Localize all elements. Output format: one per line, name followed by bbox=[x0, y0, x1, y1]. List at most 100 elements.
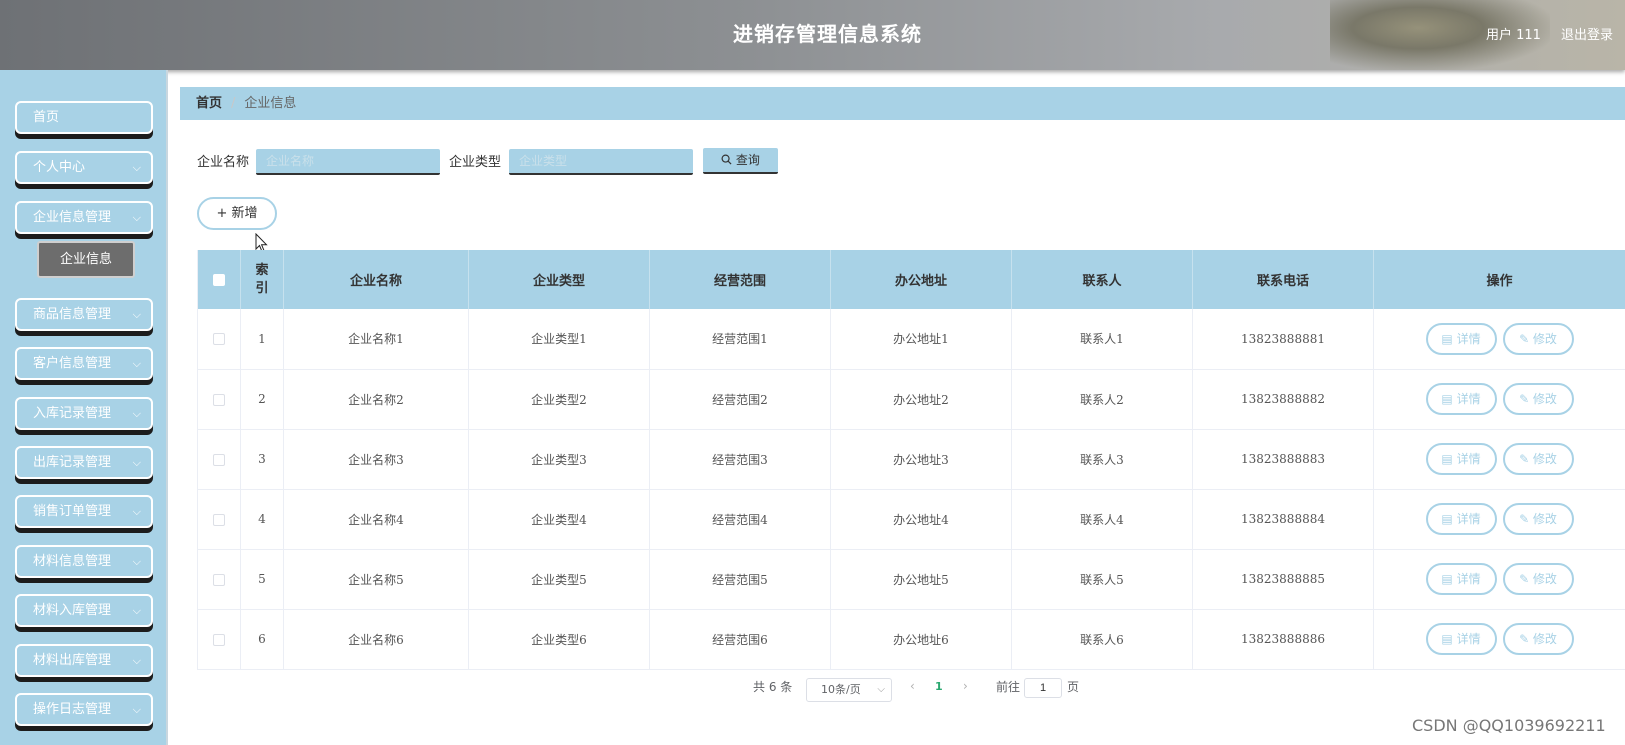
breadcrumb-home[interactable]: 首页 bbox=[196, 96, 222, 111]
goto-page-input[interactable] bbox=[1024, 678, 1062, 698]
pagination-total: 共 6 条 bbox=[753, 680, 793, 694]
edit-button[interactable]: ✎ 修改 bbox=[1502, 503, 1574, 535]
page-unit-label: 页 bbox=[1067, 680, 1080, 694]
sidebar-item-personal-center[interactable]: 个人中心 ⌵ bbox=[15, 151, 153, 184]
cell-index: 5 bbox=[240, 549, 284, 610]
select-all-cell bbox=[197, 250, 241, 309]
detail-button[interactable]: ▤ 详情 bbox=[1425, 443, 1497, 475]
sidebar-item-label: 材料入库管理 bbox=[33, 603, 112, 618]
row-select-cell bbox=[197, 309, 241, 370]
enterprise-name-label: 企业名称 bbox=[197, 155, 250, 170]
row-checkbox[interactable] bbox=[213, 633, 225, 646]
row-checkbox[interactable] bbox=[213, 513, 225, 526]
row-checkbox[interactable] bbox=[213, 453, 225, 466]
top-header: 进销存管理信息系统 用户 111 退出登录 bbox=[0, 0, 1625, 70]
prev-page-button[interactable]: ‹ bbox=[910, 679, 915, 693]
cell-index: 4 bbox=[240, 489, 284, 550]
sidebar-item-outbound-records[interactable]: 出库记录管理 ⌵ bbox=[15, 446, 153, 479]
table-row: 1 企业名称1 企业类型1 经营范围1 办公地址1 联系人1 138238888… bbox=[197, 309, 1625, 370]
sidebar-item-enterprise-management[interactable]: 企业信息管理 ⌵ bbox=[15, 201, 153, 234]
cell-type: 企业类型5 bbox=[468, 549, 650, 610]
row-select-cell bbox=[197, 369, 241, 430]
row-checkbox[interactable] bbox=[213, 573, 225, 586]
select-all-checkbox[interactable] bbox=[213, 273, 225, 286]
cell-scope: 经营范围2 bbox=[649, 369, 831, 430]
enterprise-table: 索引 企业名称 企业类型 经营范围 办公地址 联系人 联系电话 操作 1 企业名… bbox=[197, 250, 1625, 670]
row-checkbox[interactable] bbox=[213, 333, 225, 346]
sidebar-item-label: 材料信息管理 bbox=[33, 554, 112, 569]
sidebar-item-material-outbound[interactable]: 材料出库管理 ⌵ bbox=[15, 644, 153, 677]
cell-phone: 13823888881 bbox=[1192, 309, 1374, 370]
sidebar-item-material-info[interactable]: 材料信息管理 ⌵ bbox=[15, 545, 153, 578]
detail-button[interactable]: ▤ 详情 bbox=[1425, 383, 1497, 415]
sidebar-item-material-inbound[interactable]: 材料入库管理 ⌵ bbox=[15, 594, 153, 627]
sidebar-item-label: 销售订单管理 bbox=[33, 504, 112, 519]
row-checkbox[interactable] bbox=[213, 393, 225, 406]
detail-button[interactable]: ▤ 详情 bbox=[1425, 322, 1497, 355]
query-button[interactable]: 查询 bbox=[703, 148, 778, 174]
page-size-select[interactable]: 10条/页 ⌵ bbox=[806, 678, 892, 702]
sidebar-item-label: 操作日志管理 bbox=[33, 702, 112, 717]
sidebar-item-label: 企业信息管理 bbox=[33, 210, 112, 225]
cell-type: 企业类型6 bbox=[468, 609, 650, 670]
sidebar-item-sales-orders[interactable]: 销售订单管理 ⌵ bbox=[15, 495, 153, 528]
row-select-cell bbox=[197, 489, 241, 550]
cell-index: 2 bbox=[240, 369, 284, 430]
logout-link[interactable]: 退出登录 bbox=[1561, 24, 1613, 43]
page-number-current[interactable]: 1 bbox=[935, 680, 943, 693]
column-header-type: 企业类型 bbox=[468, 250, 650, 309]
column-header-name: 企业名称 bbox=[283, 250, 469, 309]
chevron-down-icon: ⌵ bbox=[132, 456, 141, 469]
detail-button[interactable]: ▤ 详情 bbox=[1425, 503, 1497, 535]
cell-phone: 13823888882 bbox=[1192, 369, 1374, 430]
row-select-cell bbox=[197, 549, 241, 610]
edit-button[interactable]: ✎ 修改 bbox=[1502, 383, 1574, 415]
cell-name: 企业名称6 bbox=[283, 609, 469, 670]
cell-index: 3 bbox=[240, 429, 284, 490]
enterprise-type-label: 企业类型 bbox=[449, 155, 502, 170]
cell-actions: ▤ 详情 ✎ 修改 bbox=[1373, 549, 1625, 610]
edit-button[interactable]: ✎ 修改 bbox=[1502, 623, 1574, 655]
sidebar-item-home[interactable]: 首页 bbox=[15, 101, 153, 134]
sidebar-item-operation-log[interactable]: 操作日志管理 ⌵ bbox=[15, 693, 153, 726]
chevron-down-icon: ⌵ bbox=[132, 211, 141, 224]
cell-index: 6 bbox=[240, 609, 284, 670]
cell-address: 办公地址3 bbox=[830, 429, 1012, 490]
cell-actions: ▤ 详情 ✎ 修改 bbox=[1373, 429, 1625, 490]
edit-button[interactable]: ✎ 修改 bbox=[1502, 563, 1574, 595]
goto-label: 前往 bbox=[996, 680, 1021, 694]
submenu-item-enterprise-info[interactable]: 企业信息 bbox=[37, 241, 135, 278]
cell-scope: 经营范围6 bbox=[649, 609, 831, 670]
cell-scope: 经营范围3 bbox=[649, 429, 831, 490]
cell-name: 企业名称5 bbox=[283, 549, 469, 610]
chevron-down-icon: ⌵ bbox=[132, 555, 141, 568]
edit-button[interactable]: ✎ 修改 bbox=[1502, 443, 1574, 475]
enterprise-type-input[interactable] bbox=[509, 149, 693, 175]
breadcrumb-separator: / bbox=[231, 96, 236, 111]
cell-scope: 经营范围4 bbox=[649, 489, 831, 550]
cell-contact: 联系人1 bbox=[1011, 309, 1193, 370]
table-row: 2 企业名称2 企业类型2 经营范围2 办公地址2 联系人2 138238888… bbox=[197, 369, 1625, 430]
sidebar-item-product-management[interactable]: 商品信息管理 ⌵ bbox=[15, 298, 153, 331]
column-header-actions: 操作 bbox=[1373, 250, 1625, 309]
cell-phone: 13823888885 bbox=[1192, 549, 1374, 610]
app-title: 进销存管理信息系统 bbox=[733, 22, 922, 46]
column-header-scope: 经营范围 bbox=[649, 250, 831, 309]
add-button[interactable]: + 新增 bbox=[197, 197, 277, 230]
detail-button[interactable]: ▤ 详情 bbox=[1425, 563, 1497, 595]
detail-button[interactable]: ▤ 详情 bbox=[1425, 623, 1497, 655]
sidebar-item-customer-management[interactable]: 客户信息管理 ⌵ bbox=[15, 347, 153, 380]
edit-button[interactable]: ✎ 修改 bbox=[1502, 322, 1574, 355]
cell-address: 办公地址4 bbox=[830, 489, 1012, 550]
sidebar-item-inbound-records[interactable]: 入库记录管理 ⌵ bbox=[15, 397, 153, 430]
enterprise-name-input[interactable] bbox=[256, 149, 440, 175]
cell-contact: 联系人3 bbox=[1011, 429, 1193, 490]
cell-name: 企业名称3 bbox=[283, 429, 469, 490]
sidebar-item-label: 入库记录管理 bbox=[33, 406, 112, 421]
sidebar-item-label: 首页 bbox=[33, 110, 60, 125]
column-header-contact: 联系人 bbox=[1011, 250, 1193, 309]
breadcrumb-current: 企业信息 bbox=[244, 96, 297, 111]
cell-actions: ▤ 详情 ✎ 修改 bbox=[1373, 369, 1625, 430]
next-page-button[interactable]: › bbox=[963, 679, 968, 693]
cell-name: 企业名称2 bbox=[283, 369, 469, 430]
